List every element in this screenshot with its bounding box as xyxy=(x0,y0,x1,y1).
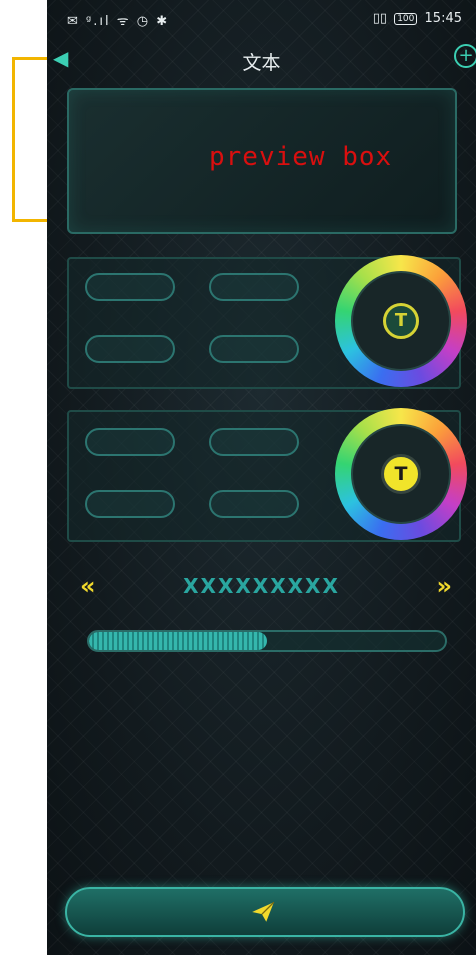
status-right: ▯▯ 100 15:45 xyxy=(373,11,462,26)
preset-button[interactable] xyxy=(209,335,299,363)
color-panel-background: T xyxy=(67,408,467,542)
status-bar: ✉ ᵍ.ıl ᯤ ◷ ✱ ▯▯ 100 15:45 xyxy=(47,0,476,38)
preset-button[interactable] xyxy=(85,273,175,301)
speed-slider-fill xyxy=(89,632,267,650)
color-wheel-center: T xyxy=(351,271,451,371)
preset-button[interactable] xyxy=(209,490,299,518)
send-button[interactable] xyxy=(65,887,465,937)
background-color-button[interactable]: T xyxy=(381,454,421,494)
app-screen: ✉ ᵍ.ıl ᯤ ◷ ✱ ▯▯ 100 15:45 ◀ 文本 + preview… xyxy=(47,0,476,955)
color-wheel-center: T xyxy=(351,424,451,524)
status-time: 15:45 xyxy=(424,11,462,26)
page-title: 文本 xyxy=(242,52,281,74)
battery-icon: 100 xyxy=(394,13,418,25)
preset-button[interactable] xyxy=(209,428,299,456)
preset-button[interactable] xyxy=(209,273,299,301)
plus-circle-icon[interactable]: + xyxy=(454,44,476,68)
preset-button[interactable] xyxy=(85,335,175,363)
color-wheel[interactable]: T xyxy=(335,408,467,540)
text-color-button[interactable]: T xyxy=(383,303,419,339)
preset-button[interactable] xyxy=(85,490,175,518)
color-wheel[interactable]: T xyxy=(335,255,467,387)
paper-plane-icon xyxy=(252,901,275,922)
text-value: XXXXXXXXX xyxy=(183,574,340,598)
preview-text: preview box xyxy=(209,142,393,172)
text-selector: « XXXXXXXXX » xyxy=(47,570,476,600)
preset-button[interactable] xyxy=(85,428,175,456)
preview-box: preview box xyxy=(67,88,457,234)
status-icons: ✉ ᵍ.ıl ᯤ ◷ ✱ xyxy=(67,14,170,29)
speed-slider[interactable] xyxy=(87,630,447,652)
color-panel-foreground: T xyxy=(67,255,467,389)
vibrate-icon: ▯▯ xyxy=(372,11,388,26)
double-chevron-right-icon[interactable]: » xyxy=(436,572,452,600)
